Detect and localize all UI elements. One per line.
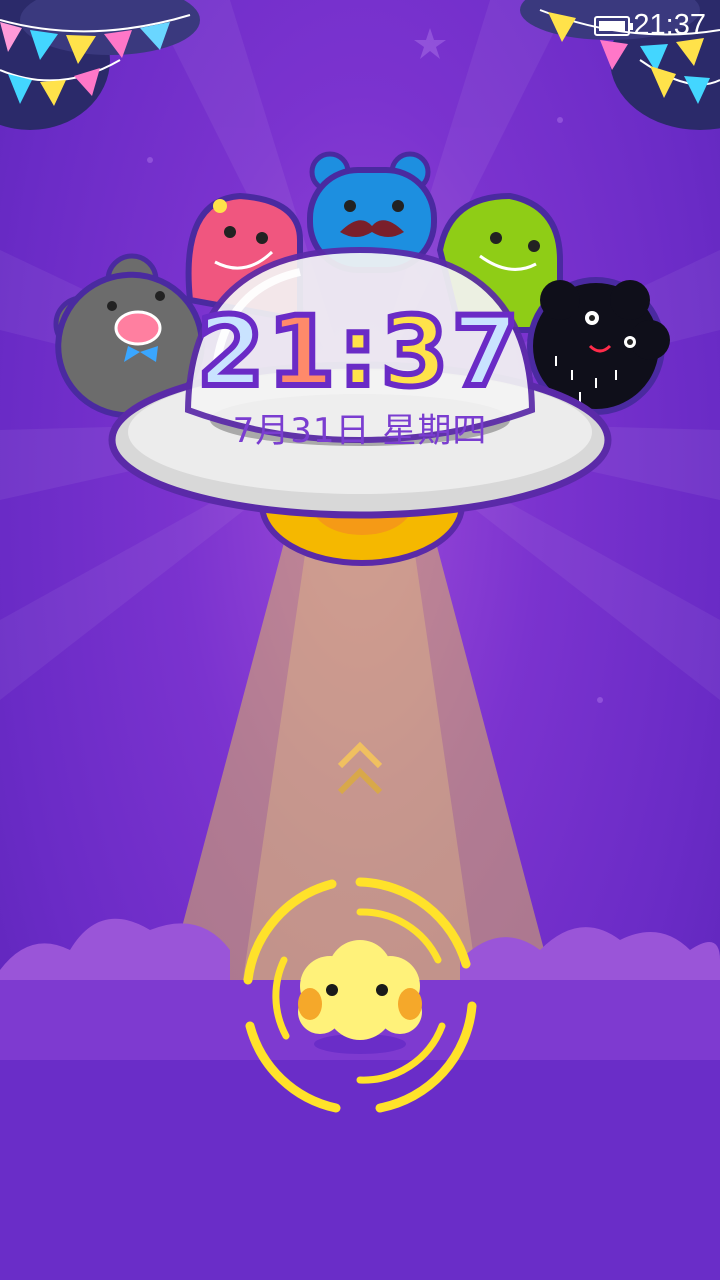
lockscreen-date: 7月31日 星期四 [232,411,488,451]
yellow-monster-unlock-icon [298,940,422,1054]
clock-minute-tens: 3 [378,293,452,411]
unlock-button[interactable] [240,876,480,1116]
clock-minute-ones: 7 [449,293,523,411]
clock-hour-ones: 1 [265,293,339,411]
lockscreen-clock: 21:37 [0,293,720,411]
battery-icon [594,16,633,36]
clock-separator: : [336,293,382,411]
status-bar: 21:37 [0,0,720,54]
clock-hour-tens: 2 [194,293,268,411]
status-time: 21:37 [633,9,706,41]
